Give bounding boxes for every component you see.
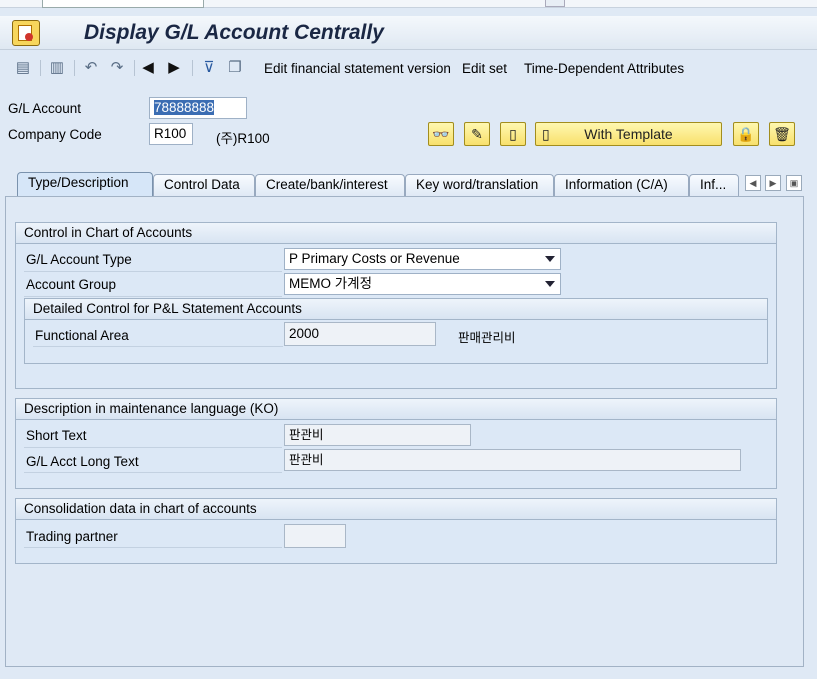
next-icon[interactable]: ▶ [166, 58, 182, 78]
tab-type-description[interactable]: Type/Description [17, 172, 153, 197]
company-name: (주)R100 [216, 131, 270, 146]
pl-control-title: Detailed Control for P&L Statement Accou… [25, 299, 767, 320]
trading-partner-input[interactable] [284, 524, 346, 548]
other-object-icon[interactable]: ▤ [12, 58, 34, 78]
command-strip [0, 0, 817, 8]
row-divider [24, 472, 282, 473]
document-icon: ▯ [542, 126, 550, 142]
company-code-input[interactable]: R100 [149, 123, 193, 145]
lock-icon[interactable]: 🔒 [733, 122, 759, 146]
command-toggle[interactable] [545, 0, 565, 7]
long-text-label: G/L Acct Long Text [26, 454, 139, 469]
delete-icon[interactable]: 🗑 [769, 122, 795, 146]
edit-set-button[interactable]: Edit set [462, 61, 507, 76]
tab-information-more[interactable]: Inf... [689, 174, 739, 196]
toolbar-separator [134, 60, 135, 76]
short-text-label: Short Text [26, 428, 87, 443]
tab-scroll-left-icon[interactable]: ◀ [745, 175, 761, 191]
functional-area-input[interactable]: 2000 [284, 322, 436, 346]
account-group-label: Account Group [26, 277, 117, 292]
long-text-input[interactable]: 판관비 [284, 449, 741, 471]
glasses-icon[interactable]: 👓 [428, 122, 454, 146]
toolbar-separator [40, 60, 41, 76]
chevron-down-icon [545, 281, 555, 287]
tab-information-ca[interactable]: Information (C/A) [554, 174, 689, 196]
row-divider [24, 296, 282, 297]
redo-icon[interactable]: ↷ [106, 58, 128, 78]
gl-account-type-select[interactable]: P Primary Costs or Revenue [284, 248, 561, 270]
consolidation-title: Consolidation data in chart of accounts [16, 499, 776, 520]
command-field[interactable] [42, 0, 204, 8]
control-coa-title: Control in Chart of Accounts [16, 223, 776, 244]
row-divider [24, 271, 282, 272]
edit-fs-version-button[interactable]: Edit financial statement version [264, 61, 451, 76]
row-divider [33, 346, 283, 347]
tab-key-word-translation[interactable]: Key word/translation [405, 174, 554, 196]
gl-account-type-label: G/L Account Type [26, 252, 132, 267]
gl-account-input[interactable]: 78888888 [149, 97, 247, 119]
toolbar-separator [74, 60, 75, 76]
tab-control-data[interactable]: Control Data [153, 174, 255, 196]
undo-icon[interactable]: ↶ [80, 58, 102, 78]
account-group-select[interactable]: MEMO 가계정 [284, 273, 561, 295]
time-dependent-attributes-button[interactable]: Time-Dependent Attributes [524, 61, 684, 76]
tab-list-icon[interactable]: ▣ [786, 175, 802, 191]
gl-account-label: G/L Account [8, 101, 82, 116]
copy-icon[interactable]: ❐ [224, 58, 246, 78]
trading-partner-label: Trading partner [26, 529, 118, 544]
create-icon[interactable]: ▯ [500, 122, 526, 146]
description-title: Description in maintenance language (KO) [16, 399, 776, 420]
row-divider [24, 547, 282, 548]
company-code-label: Company Code [8, 127, 102, 142]
with-template-label: With Template [584, 126, 673, 142]
functional-area-text: 판매관리비 [458, 331, 516, 345]
tab-scroll-right-icon[interactable]: ▶ [765, 175, 781, 191]
filter-icon[interactable]: ⊽ [198, 58, 220, 78]
pencil-icon[interactable]: ✎ [464, 122, 490, 146]
display-change-icon[interactable]: ▥ [46, 58, 68, 78]
with-template-button[interactable]: ▯ With Template [535, 122, 722, 146]
toolbar-separator [192, 60, 193, 76]
tab-create-bank-interest[interactable]: Create/bank/interest [255, 174, 405, 196]
previous-icon[interactable]: ◀ [140, 58, 156, 78]
consolidation-group: Consolidation data in chart of accounts [15, 498, 777, 564]
transaction-icon [12, 20, 40, 46]
chevron-down-icon [545, 256, 555, 262]
functional-area-label: Functional Area [35, 328, 129, 343]
page-title: Display G/L Account Centrally [84, 21, 384, 44]
short-text-input[interactable]: 판관비 [284, 424, 471, 446]
row-divider [24, 447, 282, 448]
